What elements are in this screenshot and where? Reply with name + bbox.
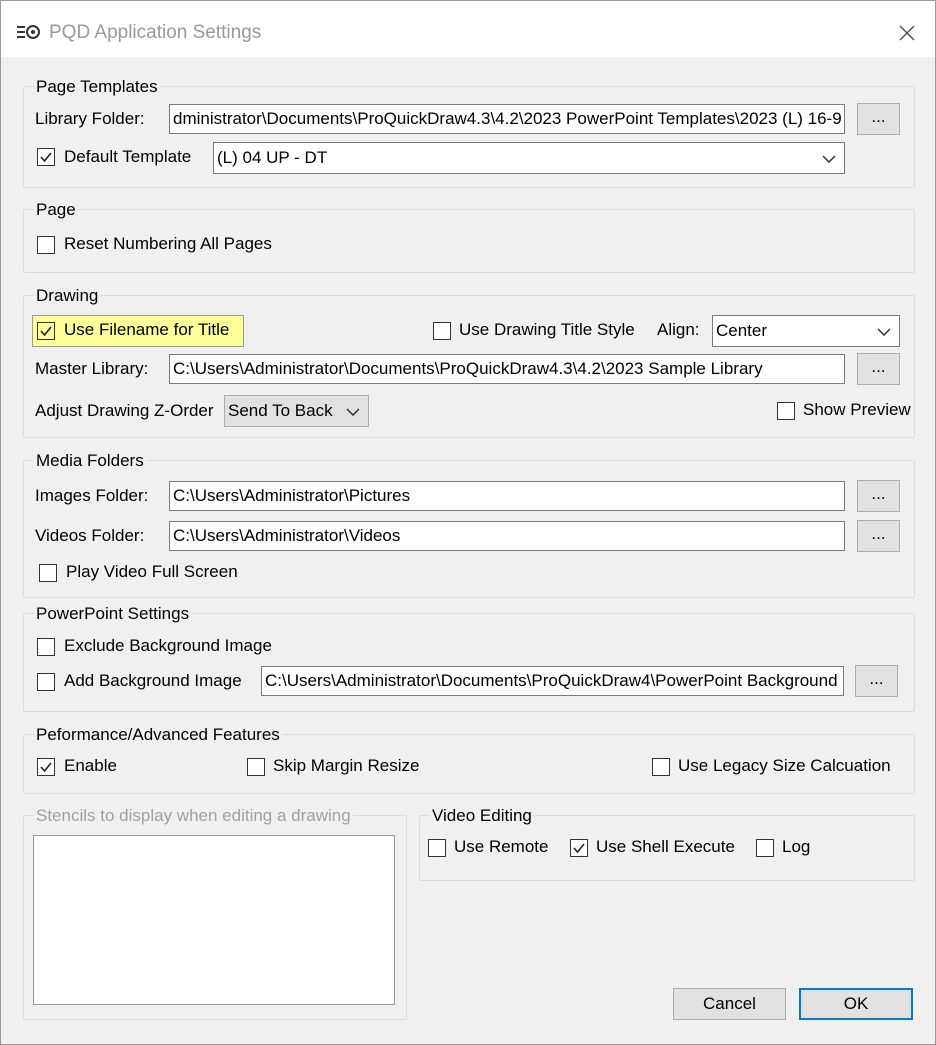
legacy-size-label: Use Legacy Size Calcuation [678,756,891,775]
window-title: PQD Application Settings [49,22,262,43]
align-label: Align: [657,320,700,339]
align-value: Center [716,321,768,340]
video-editing-group-label: Video Editing [430,806,534,826]
skip-margin-label: Skip Margin Resize [273,756,420,775]
images-folder-input[interactable]: C:\Users\Administrator\Pictures [169,481,845,511]
media-folders-group-label: Media Folders [34,451,146,471]
add-bg-input[interactable]: C:\Users\Administrator\Documents\ProQuic… [261,666,844,696]
enable-label: Enable [64,756,117,775]
use-remote-label: Use Remote [454,837,549,856]
default-template-label: Default Template [64,147,192,166]
powerpoint-settings-group-label: PowerPoint Settings [34,604,192,624]
add-bg-label: Add Background Image [64,671,242,690]
use-filename-label: Use Filename for Title [64,320,230,339]
checkmark-icon [40,762,52,773]
default-template-checkbox[interactable] [37,148,55,166]
default-template-select[interactable]: (L) 04 UP - DT [213,142,845,174]
checkmark-icon [40,326,52,337]
skip-margin-checkbox[interactable] [247,758,265,776]
default-template-value: (L) 04 UP - DT [217,148,328,167]
close-button[interactable] [885,15,929,51]
use-drawing-title-style-label: Use Drawing Title Style [459,320,635,339]
ok-button[interactable]: OK [799,988,913,1020]
exclude-bg-label: Exclude Background Image [64,636,272,655]
reset-numbering-label: Reset Numbering All Pages [64,234,272,253]
page-templates-group-label: Page Templates [34,77,160,97]
drawing-group-label: Drawing [34,286,101,306]
use-drawing-title-style-checkbox[interactable] [433,322,451,340]
use-shell-execute-label: Use Shell Execute [596,837,735,856]
use-remote-checkbox[interactable] [428,839,446,857]
chevron-down-icon [346,408,360,416]
performance-group-label: Peformance/Advanced Features [34,725,282,745]
settings-dialog: PQD Application Settings Page Templates … [0,0,936,1045]
stencils-listbox[interactable] [33,835,395,1005]
master-library-input[interactable]: C:\Users\Administrator\Documents\ProQuic… [169,354,845,384]
use-shell-execute-checkbox[interactable] [570,839,588,857]
images-folder-browse-button[interactable]: ... [857,480,900,512]
page-group-label: Page [34,200,78,220]
videos-folder-browse-button[interactable]: ... [857,520,900,552]
library-folder-label: Library Folder: [35,109,145,128]
images-folder-label: Images Folder: [35,486,149,505]
show-preview-checkbox[interactable] [777,402,795,420]
cancel-button[interactable]: Cancel [673,988,786,1020]
use-filename-checkbox[interactable] [37,322,55,340]
master-library-label: Master Library: [35,359,149,378]
z-order-select[interactable]: Send To Back [224,395,369,427]
z-order-label: Adjust Drawing Z-Order [35,401,214,420]
play-full-screen-label: Play Video Full Screen [66,562,238,581]
checkmark-icon [573,843,585,854]
enable-checkbox[interactable] [37,758,55,776]
powerpoint-settings-group [23,613,915,712]
close-icon [899,25,915,41]
legacy-size-checkbox[interactable] [652,758,670,776]
exclude-bg-checkbox[interactable] [37,638,55,656]
videos-folder-input[interactable]: C:\Users\Administrator\Videos [169,521,845,551]
log-checkbox[interactable] [756,839,774,857]
title-bar: PQD Application Settings [1,1,935,57]
app-icon [17,23,43,41]
z-order-value: Send To Back [228,401,333,420]
align-select[interactable]: Center [712,315,900,347]
library-folder-browse-button[interactable]: ... [857,103,900,135]
chevron-down-icon [822,155,836,163]
reset-numbering-checkbox[interactable] [37,236,55,254]
log-label: Log [782,837,811,856]
library-folder-input[interactable]: dministrator\Documents\ProQuickDraw4.3\4… [169,104,845,134]
chevron-down-icon [877,328,891,336]
add-bg-checkbox[interactable] [37,673,55,691]
add-bg-browse-button[interactable]: ... [855,665,898,697]
videos-folder-label: Videos Folder: [35,526,145,545]
master-library-browse-button[interactable]: ... [857,353,900,385]
stencils-group-label: Stencils to display when editing a drawi… [34,806,353,826]
play-full-screen-checkbox[interactable] [39,564,57,582]
show-preview-label: Show Preview [803,400,911,419]
checkmark-icon [40,152,52,163]
